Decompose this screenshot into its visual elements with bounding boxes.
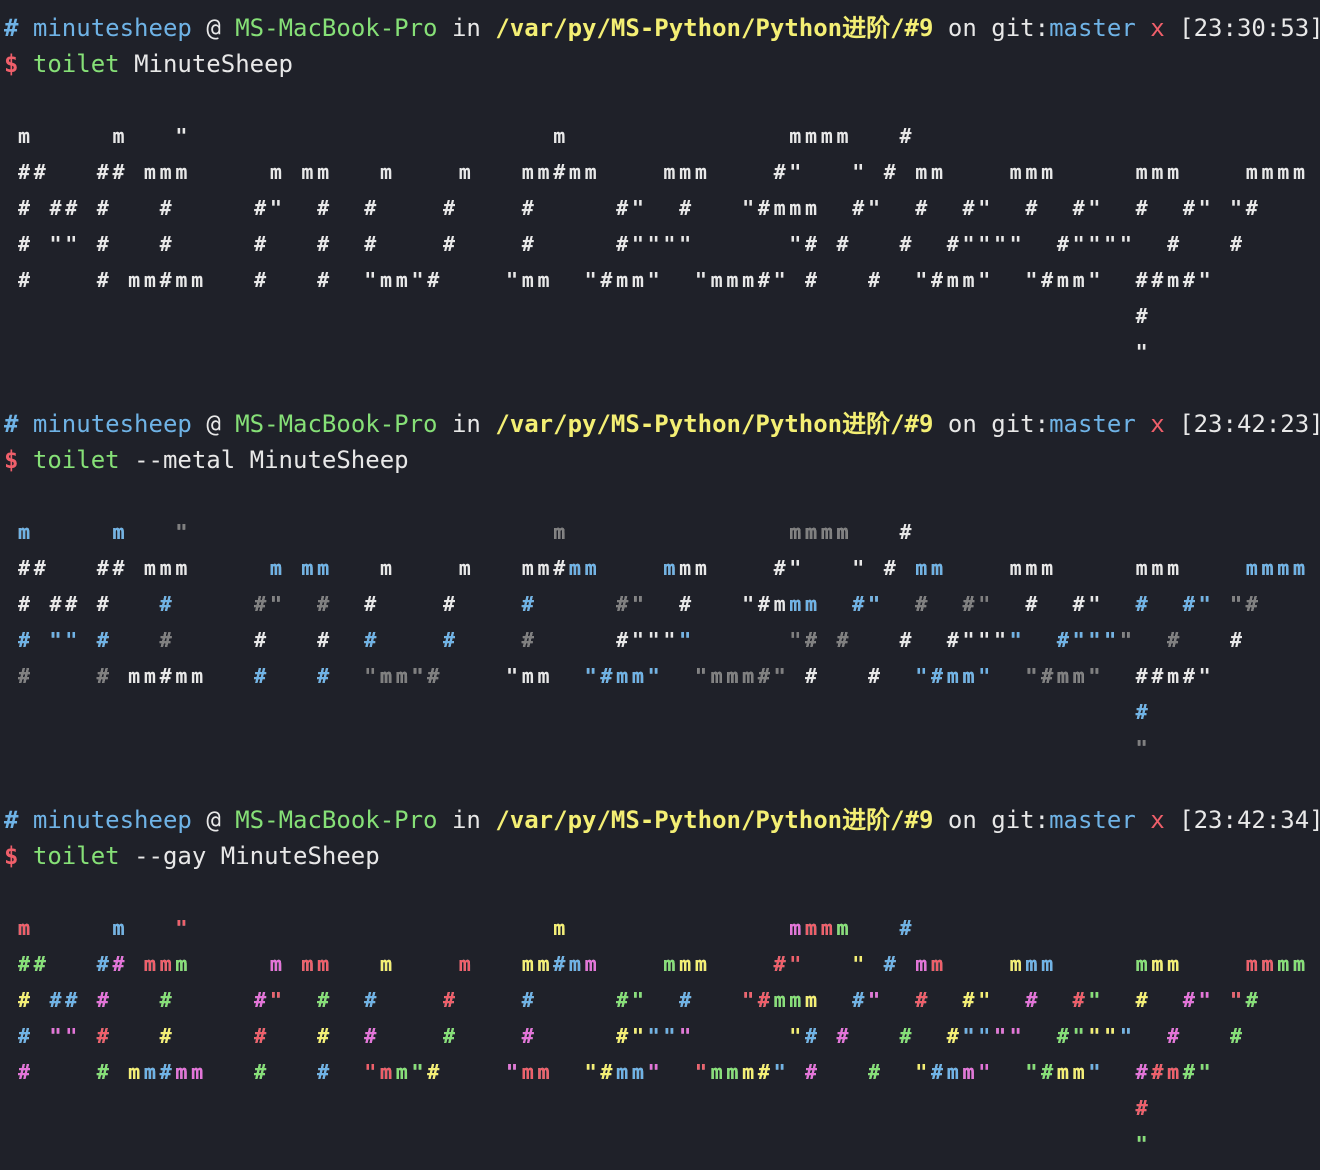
- command-args: --gay MinuteSheep: [134, 842, 380, 870]
- prompt-hash: #: [4, 14, 19, 42]
- prompt-at: @: [206, 14, 221, 42]
- prompt-time: [23:42:34]: [1179, 806, 1320, 834]
- toilet-banner-metal: m m " m mmmm # ## ## mmm m mm m m mm#mm …: [18, 514, 1309, 766]
- prompt-git-prefix: git:: [991, 14, 1050, 42]
- prompt-line-2: # minutesheep @ MS-MacBook-Pro in /var/p…: [4, 406, 1320, 442]
- command-args: MinuteSheep: [134, 50, 294, 78]
- prompt-host: MS-MacBook-Pro: [235, 806, 438, 834]
- banner-color-layer-magenta: m # m m m # # " # #" "" # # " # "" # # m…: [18, 916, 1215, 1084]
- prompt-dirty-marker: x: [1150, 806, 1165, 834]
- prompt-branch: master: [1049, 806, 1136, 834]
- command-name: toilet: [32, 446, 120, 474]
- prompt-time: [23:42:23]: [1179, 410, 1320, 438]
- command-line-2: $ toilet --metal MinuteSheep: [4, 442, 409, 478]
- prompt-user: minutesheep: [32, 14, 192, 42]
- prompt-line-1: # minutesheep @ MS-MacBook-Pro in /var/p…: [4, 10, 1320, 46]
- prompt-dirty-marker: x: [1150, 14, 1165, 42]
- prompt-path: /var/py/MS-Python/Python进阶/#9: [495, 14, 934, 42]
- command-name: toilet: [32, 50, 120, 78]
- command-name: toilet: [32, 842, 120, 870]
- prompt-at: @: [206, 410, 221, 438]
- prompt-line-3: # minutesheep @ MS-MacBook-Pro in /var/p…: [4, 802, 1320, 838]
- prompt-host: MS-MacBook-Pro: [235, 14, 438, 42]
- prompt-at: @: [206, 806, 221, 834]
- prompt-user: minutesheep: [32, 806, 192, 834]
- prompt-host: MS-MacBook-Pro: [235, 410, 438, 438]
- command-args: --metal MinuteSheep: [134, 446, 409, 474]
- prompt-user: minutesheep: [32, 410, 192, 438]
- prompt-path: /var/py/MS-Python/Python进阶/#9: [495, 806, 934, 834]
- prompt-in: in: [451, 14, 481, 42]
- toilet-banner-plain: m m " m mmmm # ## ## mmm m mm m m mm#mm …: [18, 118, 1309, 370]
- prompt-git-prefix: git:: [991, 410, 1050, 438]
- prompt-branch: master: [1049, 14, 1136, 42]
- prompt-hash: #: [4, 410, 19, 438]
- prompt-dollar: $: [4, 50, 19, 78]
- prompt-branch: master: [1049, 410, 1136, 438]
- prompt-in: in: [451, 806, 481, 834]
- banner-color-layer-gray: " m mmmm #" # #" # #" "# # # "# # " # # …: [18, 520, 1262, 760]
- prompt-on: on: [947, 806, 977, 834]
- prompt-git-prefix: git:: [991, 806, 1050, 834]
- command-line-3: $ toilet --gay MinuteSheep: [4, 838, 380, 874]
- prompt-dirty-marker: x: [1150, 410, 1165, 438]
- prompt-on: on: [947, 14, 977, 42]
- toilet-banner-gay: m m " m mmmm # ## ## mmm m mm m m mm#mm …: [18, 910, 1309, 1162]
- prompt-dollar: $: [4, 842, 19, 870]
- prompt-dollar: $: [4, 446, 19, 474]
- prompt-path: /var/py/MS-Python/Python进阶/#9: [495, 410, 934, 438]
- command-line-1: $ toilet MinuteSheep: [4, 46, 293, 82]
- prompt-on: on: [947, 410, 977, 438]
- prompt-hash: #: [4, 806, 19, 834]
- terminal-window[interactable]: # minutesheep @ MS-MacBook-Pro in /var/p…: [0, 0, 1320, 1170]
- prompt-time: [23:30:53]: [1179, 14, 1320, 42]
- banner-text: m m " m mmmm # ## ## mmm m mm m m mm#mm …: [18, 124, 1309, 364]
- prompt-in: in: [451, 410, 481, 438]
